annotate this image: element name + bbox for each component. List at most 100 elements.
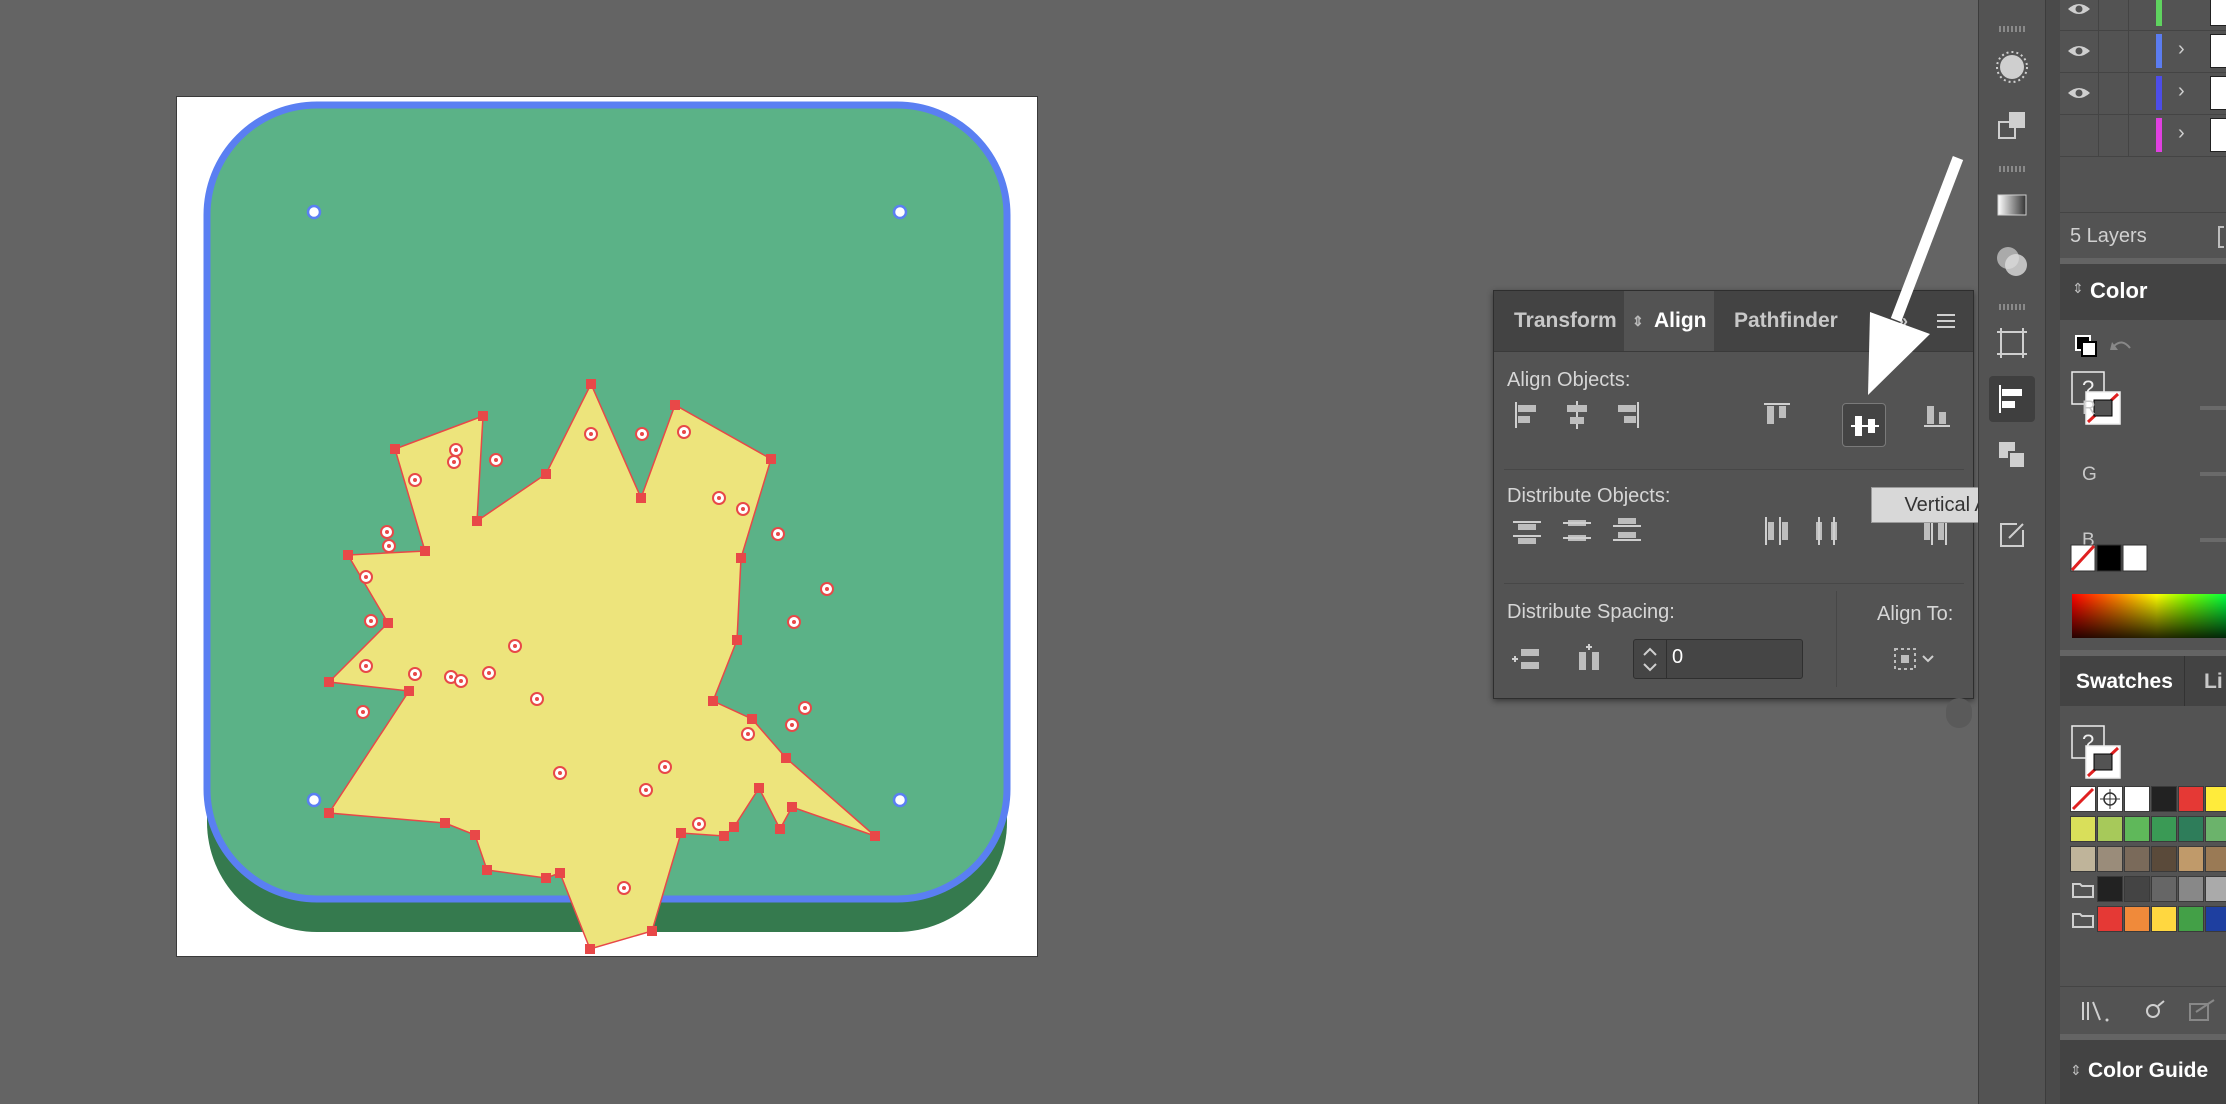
- swatch[interactable]: [2097, 846, 2123, 872]
- visibility-toggle[interactable]: [2060, 30, 2099, 72]
- anchor-point[interactable]: [729, 822, 739, 832]
- pathfinder-icon[interactable]: [1989, 432, 2035, 478]
- vertical-align-center-button[interactable]: [1842, 403, 1886, 447]
- swatch[interactable]: [2205, 846, 2226, 872]
- anchor-point[interactable]: [708, 696, 718, 706]
- export-icon[interactable]: [1989, 512, 2035, 558]
- swatch-group-folder-icon[interactable]: [2070, 876, 2096, 902]
- swatch[interactable]: [2151, 876, 2177, 902]
- anchor-point[interactable]: [670, 400, 680, 410]
- swatch[interactable]: [2097, 876, 2123, 902]
- layer-row[interactable]: ›: [2060, 114, 2226, 157]
- swatch[interactable]: [2124, 846, 2150, 872]
- strip-grip[interactable]: [1999, 304, 2025, 310]
- lock-toggle[interactable]: [2098, 114, 2129, 156]
- swatches-fill-stroke-proxy[interactable]: ?: [2070, 724, 2124, 782]
- tab-align[interactable]: ⇕ Align: [1624, 291, 1714, 351]
- swatch[interactable]: [2097, 906, 2123, 932]
- swatch[interactable]: [2124, 906, 2150, 932]
- anchor-point[interactable]: [781, 753, 791, 763]
- anchor-point[interactable]: [775, 824, 785, 834]
- transparency-icon[interactable]: [1989, 238, 2035, 284]
- anchor-point[interactable]: [478, 411, 488, 421]
- lock-toggle[interactable]: [2098, 0, 2129, 30]
- swatch[interactable]: [2205, 876, 2226, 902]
- spacing-stepper[interactable]: [1634, 640, 1667, 678]
- anchor-point[interactable]: [440, 818, 450, 828]
- channel-slider-b[interactable]: [2200, 538, 2226, 542]
- anchor-point[interactable]: [324, 677, 334, 687]
- anchor-point[interactable]: [541, 469, 551, 479]
- live-corner-widget[interactable]: [892, 792, 908, 808]
- anchor-point[interactable]: [676, 828, 686, 838]
- horizontal-align-center-button[interactable]: [1555, 393, 1599, 437]
- gradient-icon[interactable]: [1989, 182, 2035, 228]
- swatch-registration[interactable]: [2097, 786, 2123, 812]
- live-corner-widget[interactable]: [306, 792, 322, 808]
- anchor-point[interactable]: [736, 553, 746, 563]
- swatch-none[interactable]: [2070, 786, 2096, 812]
- swatch[interactable]: [2151, 906, 2177, 932]
- swatch[interactable]: [2178, 906, 2204, 932]
- anchor-point[interactable]: [472, 516, 482, 526]
- align-icon[interactable]: [1989, 376, 2035, 422]
- panel-collapse-icon[interactable]: ⇕: [2072, 280, 2084, 297]
- horizontal-align-right-button[interactable]: [1605, 393, 1649, 437]
- lock-toggle[interactable]: [2098, 30, 2129, 72]
- swatch[interactable]: [2205, 786, 2226, 812]
- anchor-point[interactable]: [747, 714, 757, 724]
- anchor-point[interactable]: [343, 550, 353, 560]
- swatch[interactable]: [2097, 816, 2123, 842]
- dock-divider[interactable]: [2046, 0, 2060, 1104]
- swatch[interactable]: [2151, 846, 2177, 872]
- anchor-point[interactable]: [870, 831, 880, 841]
- channel-slider-g[interactable]: [2200, 472, 2226, 476]
- swatch-group-folder-icon[interactable]: [2070, 906, 2096, 932]
- anchor-point[interactable]: [766, 454, 776, 464]
- anchor-point[interactable]: [647, 926, 657, 936]
- anchor-point[interactable]: [732, 635, 742, 645]
- lock-toggle[interactable]: [2098, 72, 2129, 114]
- visibility-toggle[interactable]: [2060, 114, 2099, 156]
- live-corner-widget[interactable]: [306, 204, 322, 220]
- panel-collapse-icon[interactable]: ⇕: [2070, 1062, 2082, 1079]
- expand-chevron-icon[interactable]: ›: [2178, 38, 2185, 61]
- swatch[interactable]: [2205, 816, 2226, 842]
- vertical-distribute-bottom-button[interactable]: [1605, 509, 1649, 553]
- swatch[interactable]: [2070, 816, 2096, 842]
- visibility-toggle[interactable]: [2060, 72, 2099, 114]
- swatch-options-icon[interactable]: [2142, 998, 2168, 1029]
- anchor-point[interactable]: [636, 493, 646, 503]
- align-to-selection-dropdown[interactable]: [1887, 637, 1947, 681]
- anchor-point[interactable]: [383, 618, 393, 628]
- swatch-libraries-icon[interactable]: [2080, 998, 2114, 1029]
- horizontal-distribute-left-button[interactable]: [1755, 509, 1799, 553]
- tab-collapse-icon[interactable]: ⇕: [1632, 291, 1644, 351]
- swatch[interactable]: [2178, 786, 2204, 812]
- swatch[interactable]: [2070, 846, 2096, 872]
- horizontal-align-left-button[interactable]: [1505, 393, 1549, 437]
- expand-chevron-icon[interactable]: ›: [2178, 80, 2185, 103]
- vertical-distribute-center-button[interactable]: [1555, 509, 1599, 553]
- anchor-point[interactable]: [420, 546, 430, 556]
- anchor-point[interactable]: [719, 831, 729, 841]
- color-spectrum[interactable]: [2072, 594, 2226, 638]
- distribute-spacing-input[interactable]: 0: [1633, 639, 1803, 679]
- strip-scroll-handle[interactable]: [1946, 698, 1972, 728]
- horizontal-distribute-space-button[interactable]: [1567, 637, 1611, 681]
- strip-grip[interactable]: [1999, 166, 2025, 172]
- layer-row[interactable]: ›: [2060, 30, 2226, 73]
- swatch[interactable]: [2124, 786, 2150, 812]
- layer-row[interactable]: ›: [2060, 72, 2226, 115]
- swatch[interactable]: [2124, 876, 2150, 902]
- anchor-point[interactable]: [541, 873, 551, 883]
- vertical-distribute-space-button[interactable]: [1505, 637, 1549, 681]
- anchor-point[interactable]: [787, 802, 797, 812]
- none-black-white-swatches[interactable]: [2070, 544, 2148, 572]
- fill-stroke-proxy[interactable]: ?: [2070, 370, 2124, 428]
- tab-transform[interactable]: Transform: [1494, 291, 1644, 351]
- anchor-point[interactable]: [404, 686, 414, 696]
- vertical-align-top-button[interactable]: [1755, 393, 1799, 437]
- strip-grip[interactable]: [1999, 26, 2025, 32]
- new-swatch-icon[interactable]: [2186, 998, 2216, 1029]
